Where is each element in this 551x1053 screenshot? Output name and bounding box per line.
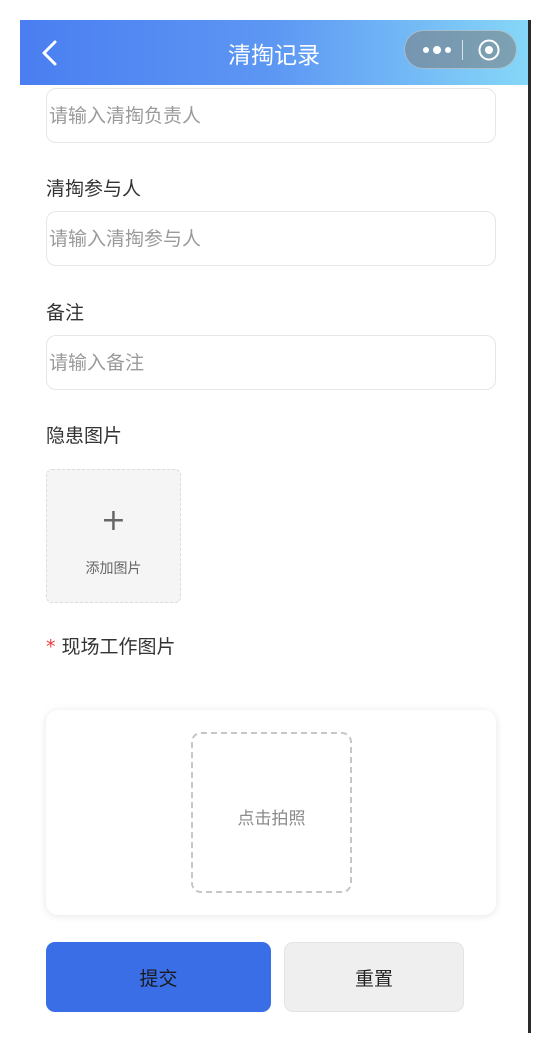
phone-screen: 清掏记录 清掏参与人 备注 隐患图片 + 添加图片 *现场工作图片 点击拍照 xyxy=(20,20,531,1033)
site-images-label-row: * 现场工作图片 xyxy=(46,632,176,659)
site-images-label: 现场工作图片 xyxy=(61,636,176,658)
more-dots-icon[interactable] xyxy=(419,40,455,60)
close-circle-icon[interactable] xyxy=(477,38,501,62)
photo-card: 点击拍照 xyxy=(46,710,496,915)
remark-label: 备注 xyxy=(46,302,85,324)
plus-icon: + xyxy=(100,503,127,538)
responsible-input[interactable] xyxy=(46,88,496,143)
submit-button[interactable]: 提交 xyxy=(46,942,271,1012)
add-image-button[interactable]: + 添加图片 xyxy=(46,469,181,603)
take-photo-button[interactable]: 点击拍照 xyxy=(191,732,352,893)
remark-input[interactable] xyxy=(46,335,496,390)
required-mark: * xyxy=(46,636,56,658)
participants-label: 清掏参与人 xyxy=(46,178,142,200)
hazard-images-label: 隐患图片 xyxy=(46,425,123,447)
capsule-divider xyxy=(462,40,463,60)
take-photo-label: 点击拍照 xyxy=(237,809,306,829)
participants-input[interactable] xyxy=(46,211,496,266)
reset-button[interactable]: 重置 xyxy=(284,942,464,1012)
back-arrow-icon[interactable] xyxy=(38,38,62,68)
add-image-label: 添加图片 xyxy=(85,561,142,577)
nav-bar: 清掏记录 xyxy=(20,20,528,85)
mini-program-capsule xyxy=(404,30,517,69)
